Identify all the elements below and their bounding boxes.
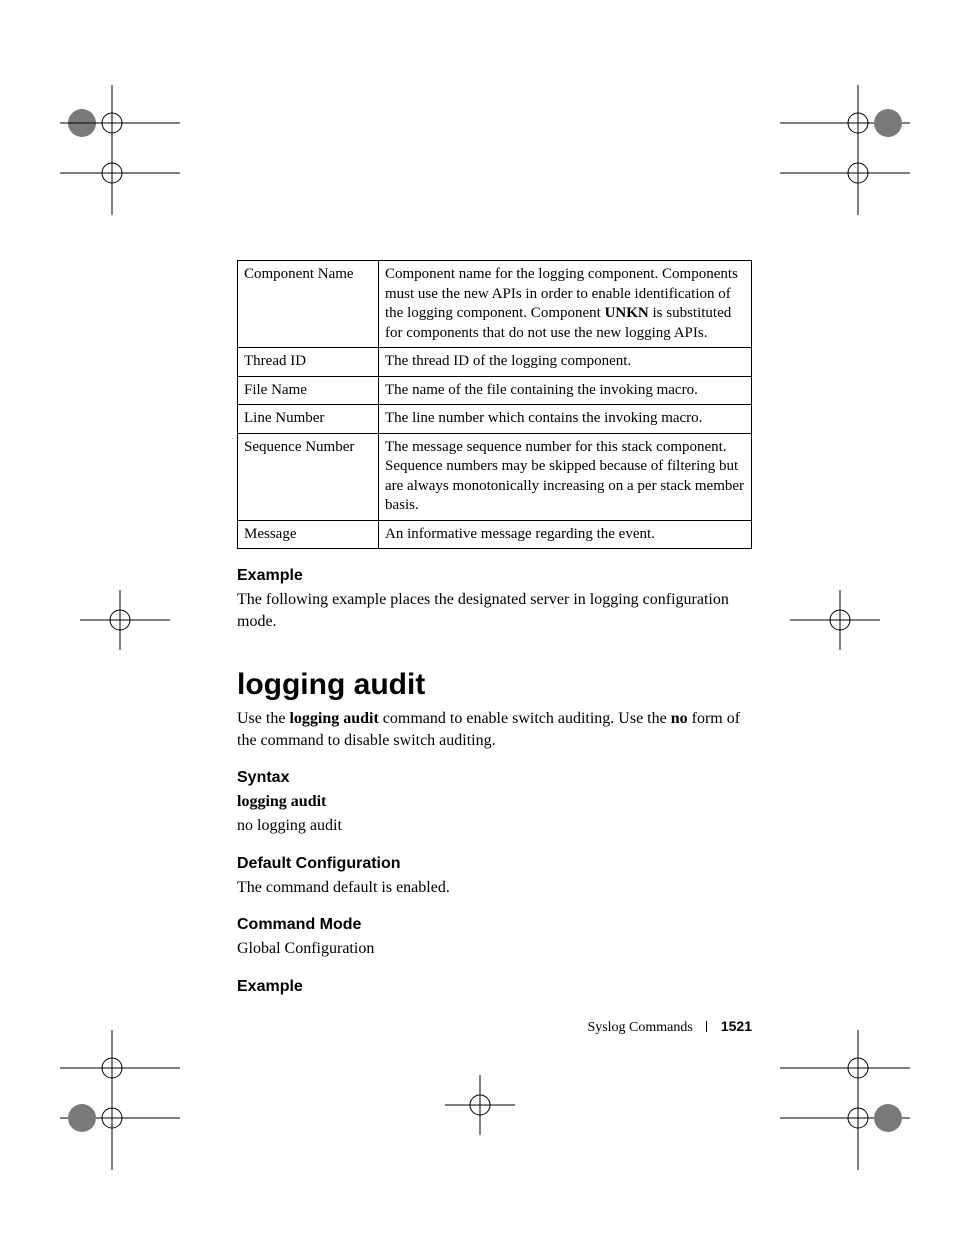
crop-mark-icon (60, 1030, 190, 1170)
def-val: Component name for the logging component… (379, 261, 752, 348)
def-key: Sequence Number (238, 433, 379, 520)
section-heading-default-config: Default Configuration (237, 855, 752, 873)
crop-mark-icon (60, 85, 190, 215)
footer-separator (706, 1021, 707, 1032)
def-val: The message sequence number for this sta… (379, 433, 752, 520)
def-key: File Name (238, 376, 379, 405)
table-row: Thread ID The thread ID of the logging c… (238, 348, 752, 377)
table-row: Line Number The line number which contai… (238, 405, 752, 434)
command-description: Use the logging audit command to enable … (237, 708, 752, 751)
crop-mark-icon (790, 590, 880, 650)
def-val: The line number which contains the invok… (379, 405, 752, 434)
section-body: The following example places the designa… (237, 589, 752, 632)
crop-mark-icon (445, 1075, 515, 1135)
crop-mark-icon (80, 590, 170, 650)
section-heading-example: Example (237, 978, 752, 996)
section-heading-command-mode: Command Mode (237, 916, 752, 934)
def-key: Thread ID (238, 348, 379, 377)
def-key: Component Name (238, 261, 379, 348)
crop-mark-icon (760, 85, 910, 215)
section-body: The command default is enabled. (237, 877, 752, 899)
def-val: The thread ID of the logging component. (379, 348, 752, 377)
section-heading-example: Example (237, 567, 752, 585)
page-number: 1521 (721, 1018, 752, 1034)
definitions-table: Component Name Component name for the lo… (237, 260, 752, 549)
section-body: Global Configuration (237, 938, 752, 960)
syntax-line: no logging audit (237, 815, 752, 837)
def-key: Line Number (238, 405, 379, 434)
page-footer: Syslog Commands 1521 (237, 1018, 752, 1036)
def-val: The name of the file containing the invo… (379, 376, 752, 405)
footer-section: Syslog Commands (587, 1020, 692, 1035)
table-row: File Name The name of the file containin… (238, 376, 752, 405)
def-val: An informative message regarding the eve… (379, 520, 752, 549)
def-key: Message (238, 520, 379, 549)
command-title: logging audit (237, 668, 752, 702)
table-row: Sequence Number The message sequence num… (238, 433, 752, 520)
page-content: Component Name Component name for the lo… (237, 260, 752, 1000)
table-row: Message An informative message regarding… (238, 520, 752, 549)
section-heading-syntax: Syntax (237, 769, 752, 787)
syntax-line: logging audit (237, 791, 752, 813)
crop-mark-icon (760, 1030, 910, 1170)
table-row: Component Name Component name for the lo… (238, 261, 752, 348)
